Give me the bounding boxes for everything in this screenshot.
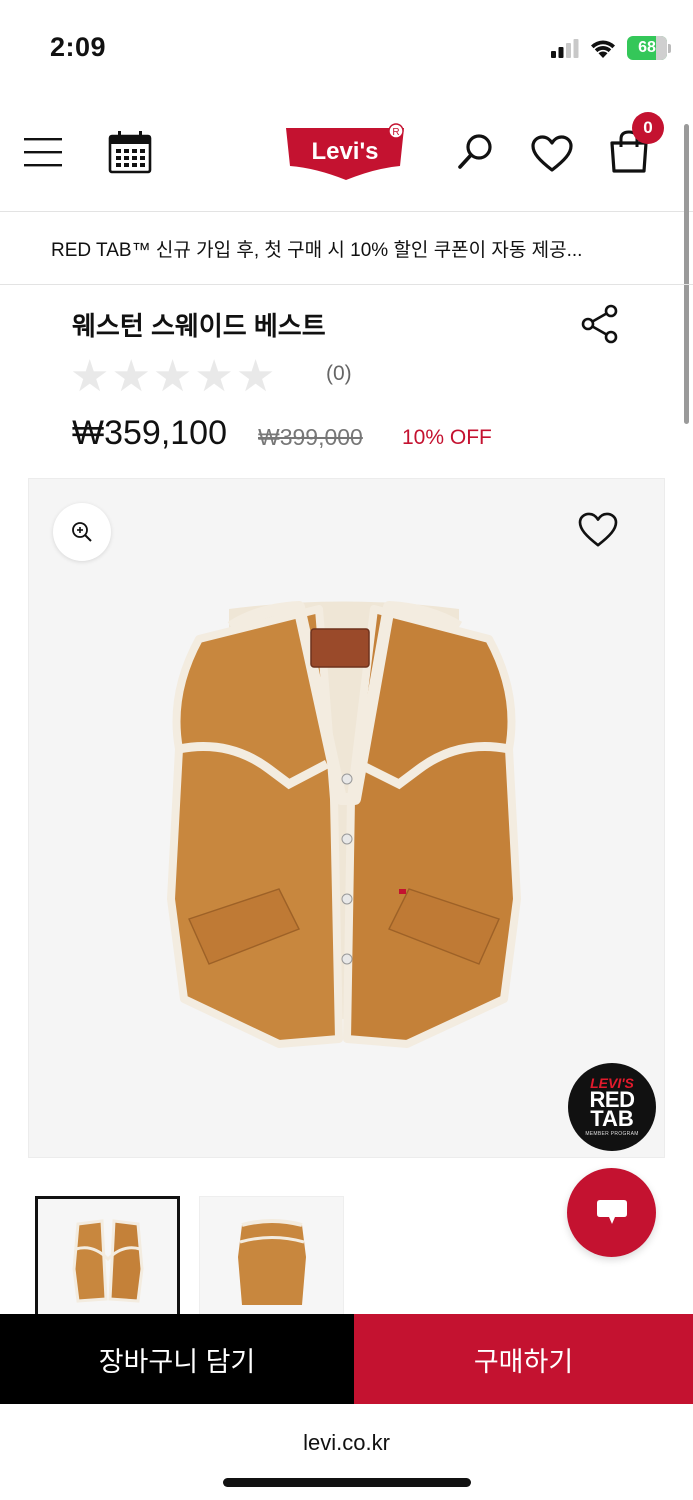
vest-front-thumbnail [72,1219,144,1303]
calendar-icon[interactable] [106,128,154,176]
badge-tab: TAB [590,1106,634,1131]
status-icons: 68 [551,36,671,60]
product-main-image[interactable]: LEVI'S RED TAB MEMBER PROGRAM [28,478,665,1158]
home-indicator[interactable] [223,1478,471,1487]
star-icon: ★ [152,352,193,401]
share-icon[interactable] [578,302,622,346]
site-header: Levi's R 0 [0,100,693,212]
wishlist-icon[interactable] [528,132,576,176]
star-icon: ★ [194,352,234,401]
star-icon: ★ [111,352,151,401]
battery-indicator: 68 [627,36,671,60]
browser-url-bar: levi.co.kr [0,1404,693,1500]
cellular-signal-icon [551,39,579,58]
battery-level: 68 [638,39,656,56]
rating-stars: ★ ★ ★ ★ ★ [70,355,275,399]
promo-banner[interactable]: RED TAB™ 신규 가입 후, 첫 구매 시 10% 할인 쿠폰이 자동 제… [0,213,693,285]
star-icon: ★ [70,352,110,401]
thumbnail-back[interactable] [199,1196,344,1321]
search-icon[interactable] [452,128,500,176]
red-tab-member-badge[interactable]: LEVI'S RED TAB MEMBER PROGRAM [568,1063,656,1151]
sale-price: ₩359,100 [72,414,227,452]
badge-member-program: MEMBER PROGRAM [585,1131,639,1137]
review-count[interactable]: (0) [326,362,352,386]
chat-icon[interactable] [567,1168,656,1257]
zoom-in-icon[interactable] [53,503,111,561]
add-to-cart-button[interactable]: 장바구니 담기 [0,1314,354,1404]
svg-text:R: R [392,127,399,138]
status-bar: 2:09 68 [0,0,693,100]
original-price: ₩399,000 [258,424,363,450]
image-wishlist-icon[interactable] [575,509,621,551]
buy-now-button[interactable]: 구매하기 [354,1314,693,1404]
status-time: 2:09 [50,32,107,62]
menu-icon[interactable] [22,132,64,172]
thumbnail-front[interactable] [35,1196,180,1321]
vest-back-thumbnail [238,1219,306,1305]
discount-label: 10% OFF [402,426,492,449]
promo-text: RED TAB™ 신규 가입 후, 첫 구매 시 10% 할인 쿠폰이 자동 제… [51,240,583,261]
cart-count-badge: 0 [632,112,664,144]
wifi-icon [591,40,615,58]
levis-logo[interactable]: Levi's R [284,122,410,182]
logo-text: Levi's [311,138,378,165]
product-title: 웨스턴 스웨이드 베스트 [72,311,326,341]
url-text[interactable]: levi.co.kr [0,1430,693,1456]
suede-vest-image [167,601,521,1048]
star-icon: ★ [235,352,276,401]
